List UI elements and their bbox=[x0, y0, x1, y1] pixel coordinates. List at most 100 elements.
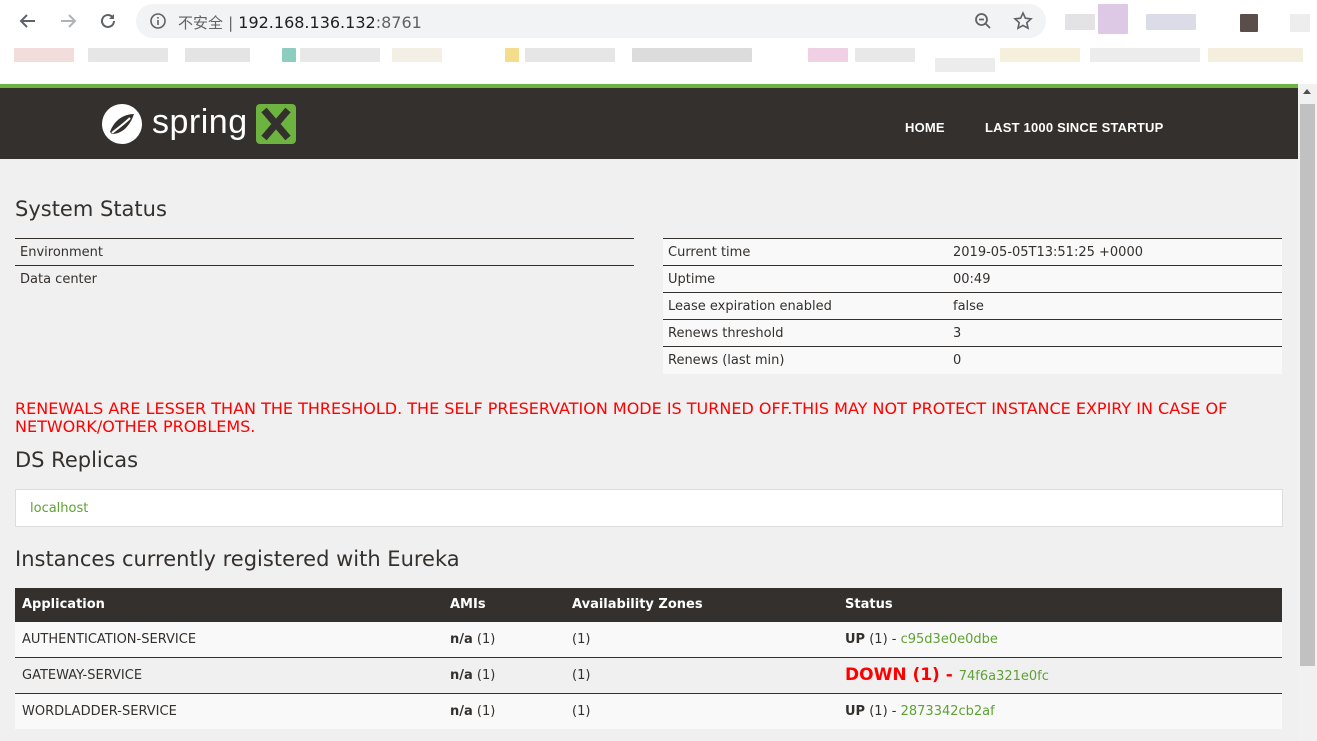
table-row: Data center bbox=[15, 265, 634, 293]
status-cell: DOWN (1) - 74f6a321e0fc bbox=[838, 656, 1282, 693]
table-header-row: Application AMIs Availability Zones Stat… bbox=[15, 588, 1282, 621]
ami-count: (1) bbox=[472, 667, 496, 683]
replica-link-localhost[interactable]: localhost bbox=[30, 501, 88, 516]
spring-logo[interactable]: spring bbox=[100, 102, 296, 146]
bookmark-item[interactable] bbox=[505, 48, 519, 62]
bookmarks-bar bbox=[0, 44, 1317, 84]
url-host: 192.168.136.132 bbox=[238, 13, 376, 32]
uptime-value: 00:49 bbox=[948, 265, 1282, 293]
system-status-title: System Status bbox=[15, 197, 167, 221]
ami-count: (1) bbox=[472, 631, 496, 647]
url-text[interactable]: 不安全 | 192.168.136.132:8761 bbox=[178, 12, 422, 33]
app-name: GATEWAY-SERVICE bbox=[15, 656, 443, 693]
status-badge-down: DOWN (1) - bbox=[845, 665, 959, 685]
navbar: spring HOME LAST 1000 SINCE STARTUP bbox=[0, 88, 1298, 159]
ds-replicas-title: DS Replicas bbox=[15, 448, 139, 472]
table-row: Current time 2019-05-05T13:51:25 +0000 bbox=[663, 238, 1282, 266]
bookmark-item[interactable] bbox=[1000, 48, 1080, 62]
table-row: Renews (last min) 0 bbox=[663, 346, 1282, 374]
status-count: (1) - bbox=[865, 703, 901, 719]
instance-link[interactable]: 2873342cb2af bbox=[901, 704, 995, 719]
bookmark-item[interactable] bbox=[14, 48, 74, 62]
env-label: Environment bbox=[15, 238, 324, 266]
bookmark-item[interactable] bbox=[525, 48, 615, 62]
bookmark-item[interactable] bbox=[855, 48, 915, 62]
self-preservation-warning: RENEWALS ARE LESSER THAN THE THRESHOLD. … bbox=[15, 399, 1228, 436]
extension-icon[interactable] bbox=[1146, 14, 1196, 30]
replicas-list: localhost bbox=[15, 489, 1283, 527]
status-badge: UP bbox=[845, 703, 866, 719]
bookmark-item[interactable] bbox=[88, 48, 168, 62]
table-row: Lease expiration enabled false bbox=[663, 292, 1282, 320]
zoom-out-icon[interactable] bbox=[974, 12, 992, 35]
security-label: 不安全 bbox=[178, 14, 224, 32]
lease-expiration-label: Lease expiration enabled bbox=[663, 292, 948, 320]
header-status: Status bbox=[838, 588, 1282, 621]
nav-last-1000-link[interactable]: LAST 1000 SINCE STARTUP bbox=[985, 120, 1163, 135]
browser-toolbar: 不安全 | 192.168.136.132:8761 bbox=[0, 0, 1317, 44]
bookmark-item[interactable] bbox=[282, 48, 296, 62]
info-icon[interactable] bbox=[150, 13, 166, 34]
bookmark-item[interactable] bbox=[1208, 48, 1303, 62]
renews-last-min-label: Renews (last min) bbox=[663, 346, 948, 374]
zones-cell: (1) bbox=[565, 620, 838, 657]
scrollbar-thumb[interactable] bbox=[1300, 104, 1315, 666]
instances-title: Instances currently registered with Eure… bbox=[15, 547, 460, 571]
header-amis: AMIs bbox=[443, 588, 565, 621]
ami-value: n/a bbox=[450, 667, 473, 683]
reload-icon[interactable] bbox=[97, 10, 119, 32]
bookmark-item[interactable] bbox=[185, 48, 250, 62]
bookmark-item[interactable] bbox=[632, 48, 752, 62]
ami-count: (1) bbox=[472, 703, 496, 719]
lease-expiration-value: false bbox=[948, 292, 1282, 320]
bookmark-item[interactable] bbox=[300, 48, 380, 62]
header-availability-zones: Availability Zones bbox=[565, 588, 838, 621]
env-value bbox=[324, 238, 634, 266]
menu-icon[interactable] bbox=[1290, 14, 1310, 32]
logo-text: spring bbox=[152, 102, 248, 141]
scroll-up-arrow-icon[interactable] bbox=[1303, 89, 1311, 94]
app-name: AUTHENTICATION-SERVICE bbox=[15, 620, 443, 657]
instances-table: Application AMIs Availability Zones Stat… bbox=[15, 588, 1282, 729]
uptime-label: Uptime bbox=[663, 265, 948, 293]
datacenter-value bbox=[324, 265, 634, 293]
arrow-left-icon[interactable] bbox=[17, 10, 39, 32]
zones-cell: (1) bbox=[565, 656, 838, 693]
status-badge: UP bbox=[845, 631, 866, 647]
table-row: Environment bbox=[15, 238, 634, 266]
table-row: Renews threshold 3 bbox=[663, 319, 1282, 347]
bookmark-item[interactable] bbox=[808, 48, 848, 62]
current-time-value: 2019-05-05T13:51:25 +0000 bbox=[948, 238, 1282, 266]
x-logo-icon bbox=[255, 104, 296, 144]
url-separator: | bbox=[228, 14, 234, 32]
current-time-label: Current time bbox=[663, 238, 948, 266]
ami-value: n/a bbox=[450, 631, 473, 647]
amis-cell: n/a (1) bbox=[443, 656, 565, 693]
status-cell: UP (1) - 2873342cb2af bbox=[838, 692, 1282, 729]
eureka-page: spring HOME LAST 1000 SINCE STARTUP Syst… bbox=[0, 84, 1298, 741]
bookmark-item[interactable] bbox=[935, 58, 995, 72]
table-row: GATEWAY-SERVICE n/a (1) (1) DOWN (1) - 7… bbox=[15, 656, 1282, 693]
status-cell: UP (1) - c95d3e0e0dbe bbox=[838, 620, 1282, 657]
url-port: :8761 bbox=[375, 13, 422, 32]
ami-value: n/a bbox=[450, 703, 473, 719]
extension-icon[interactable] bbox=[1098, 4, 1128, 34]
renews-last-min-value: 0 bbox=[948, 346, 1282, 374]
system-status-left-table: Environment Data center bbox=[15, 238, 634, 293]
system-status-right-table: Current time 2019-05-05T13:51:25 +0000 U… bbox=[663, 238, 1282, 374]
status-count: (1) - bbox=[865, 631, 901, 647]
table-row: AUTHENTICATION-SERVICE n/a (1) (1) UP (1… bbox=[15, 620, 1282, 657]
instance-link[interactable]: 74f6a321e0fc bbox=[959, 669, 1049, 684]
bookmark-item[interactable] bbox=[1090, 48, 1200, 62]
renews-threshold-label: Renews threshold bbox=[663, 319, 948, 347]
star-icon[interactable] bbox=[1013, 11, 1033, 36]
zones-cell: (1) bbox=[565, 692, 838, 729]
extension-icon[interactable] bbox=[1065, 14, 1095, 30]
bookmark-item[interactable] bbox=[392, 48, 442, 62]
header-application: Application bbox=[15, 588, 443, 621]
instance-link[interactable]: c95d3e0e0dbe bbox=[901, 632, 998, 647]
avatar[interactable] bbox=[1240, 14, 1258, 32]
address-bar[interactable]: 不安全 | 192.168.136.132:8761 bbox=[136, 4, 1046, 38]
arrow-right-icon[interactable] bbox=[57, 10, 79, 32]
nav-home-link[interactable]: HOME bbox=[905, 120, 945, 135]
